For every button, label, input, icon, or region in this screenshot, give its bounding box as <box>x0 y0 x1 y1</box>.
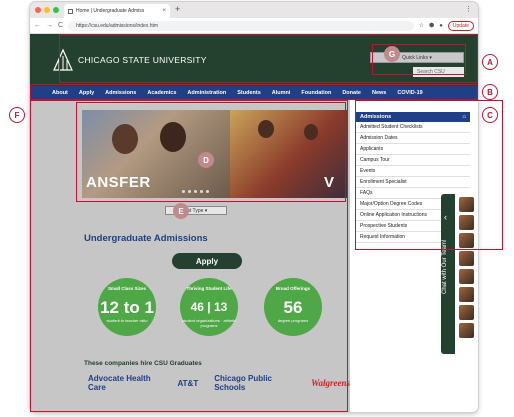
annotation-badge-b: B <box>482 84 498 100</box>
browser-tab[interactable]: Home | Undergraduate Admiss × <box>64 4 170 18</box>
annotation-box-b <box>30 84 478 100</box>
close-window-icon[interactable] <box>35 7 41 13</box>
url-text: https://csu.edu/admissions/index.htm <box>76 22 159 29</box>
avatar <box>459 287 474 302</box>
annotation-badge-a: A <box>482 54 498 70</box>
address-toolbar: ← → C https://csu.edu/admissions/index.h… <box>30 18 478 34</box>
favicon-icon <box>68 8 73 14</box>
forward-icon[interactable]: → <box>46 22 53 29</box>
annotation-badge-c: C <box>482 107 498 123</box>
annotation-box-f <box>30 100 348 412</box>
reload-icon[interactable]: C <box>58 22 63 29</box>
avatar <box>459 269 474 284</box>
maximize-window-icon[interactable] <box>53 7 59 13</box>
profile-icon[interactable]: ● <box>439 23 443 29</box>
annotation-badge-g: G <box>384 46 400 62</box>
update-button[interactable]: Update <box>447 20 474 31</box>
tab-title: Home | Undergraduate Admiss <box>76 8 145 14</box>
new-tab-button[interactable]: + <box>175 4 180 14</box>
annotation-badge-f: F <box>9 107 25 123</box>
back-icon[interactable]: ← <box>34 22 41 29</box>
address-bar[interactable]: https://csu.edu/admissions/index.htm <box>68 20 414 31</box>
annotation-box-c <box>355 100 503 250</box>
browser-tabbar: Home | Undergraduate Admiss × + ⋮ <box>30 2 478 18</box>
bookmark-star-icon[interactable]: ☆ <box>419 22 424 29</box>
tab-close-icon[interactable]: × <box>162 8 166 14</box>
avatar <box>459 251 474 266</box>
extension-icon[interactable]: ⬢ <box>429 22 434 29</box>
avatar <box>459 323 474 338</box>
minimize-window-icon[interactable] <box>44 7 50 13</box>
window-menu-icon[interactable]: ⋮ <box>465 5 472 13</box>
avatar <box>459 305 474 320</box>
